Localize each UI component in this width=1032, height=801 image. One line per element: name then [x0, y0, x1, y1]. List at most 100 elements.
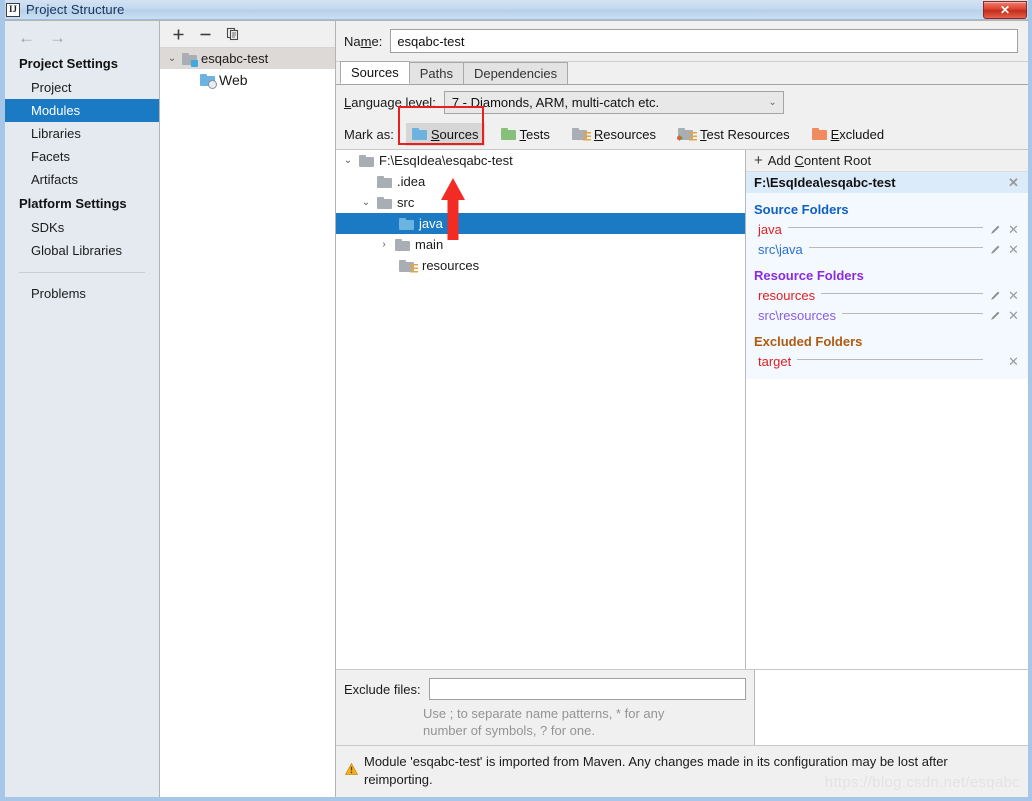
chevron-right-icon[interactable]: ›: [378, 239, 390, 250]
language-level-row: Language level: 7 - Diamonds, ARM, multi…: [336, 85, 1028, 119]
exclude-files-area: Exclude files: Use ; to separate name pa…: [336, 670, 755, 745]
sidebar-item-global-libraries[interactable]: Global Libraries: [5, 239, 159, 262]
mark-as-excluded-button[interactable]: Excluded: [806, 123, 890, 146]
content-root-tree[interactable]: ⌄ F:\EsqIdea\esqabc-test .idea ⌄ src jav…: [336, 150, 746, 669]
tree-row-main[interactable]: › main: [336, 234, 745, 255]
module-label: esqabc-test: [201, 51, 269, 66]
resource-folder-name[interactable]: resources: [758, 288, 815, 303]
remove-resource-folder-icon[interactable]: ✕: [1007, 289, 1020, 302]
sources-folder-icon: [399, 217, 414, 230]
resource-folder-name[interactable]: src\resources: [758, 308, 836, 323]
module-name-row: Name:: [336, 21, 1028, 62]
back-arrow-icon[interactable]: ←: [18, 29, 35, 46]
modules-toolbar: [160, 21, 335, 48]
forward-arrow-icon[interactable]: →: [49, 29, 66, 46]
source-folder-row: src\java ✕: [746, 239, 1028, 259]
remove-excluded-folder-icon[interactable]: ✕: [1007, 355, 1020, 368]
language-level-value: 7 - Diamonds, ARM, multi-catch etc.: [451, 94, 660, 110]
exclude-files-input[interactable]: [428, 678, 746, 700]
folder-icon: [377, 196, 392, 209]
mark-as-sources-label: Sources: [430, 126, 479, 142]
excluded-folder-name[interactable]: target: [758, 354, 791, 369]
module-name-label: Name:: [344, 33, 383, 49]
sidebar-item-problems[interactable]: Problems: [5, 282, 159, 305]
intellij-idea-icon: IJ: [6, 2, 20, 17]
window-title: Project Structure: [26, 2, 125, 17]
sidebar-divider: [19, 272, 145, 273]
tests-folder-icon: [500, 128, 516, 140]
tree-row-idea[interactable]: .idea: [336, 171, 745, 192]
tab-dependencies[interactable]: Dependencies: [462, 62, 569, 84]
plus-icon: +: [754, 152, 763, 169]
edit-pencil-icon[interactable]: [989, 310, 1002, 321]
source-folder-name[interactable]: java: [758, 222, 782, 237]
sidebar-item-facets[interactable]: Facets: [5, 145, 159, 168]
tab-paths[interactable]: Paths: [408, 62, 464, 84]
row-rule: [787, 227, 983, 228]
sources-panes: ⌄ F:\EsqIdea\esqabc-test .idea ⌄ src jav…: [336, 149, 1028, 669]
mark-as-test-resources-button[interactable]: Test Resources: [672, 123, 796, 146]
excluded-folders-title: Excluded Folders: [754, 334, 863, 349]
tree-row-content-root[interactable]: ⌄ F:\EsqIdea\esqabc-test: [336, 150, 745, 171]
module-row-esqabc-test[interactable]: ⌄ esqabc-test: [160, 48, 335, 69]
close-icon: ✕: [999, 3, 1011, 17]
mark-as-resources-button[interactable]: Resources: [566, 123, 662, 146]
remove-source-folder-icon[interactable]: ✕: [1007, 243, 1020, 256]
module-editor: Name: Sources Paths Dependencies Languag…: [336, 20, 1028, 797]
add-content-root-button[interactable]: + Add Content Root: [746, 150, 1028, 172]
language-level-select[interactable]: 7 - Diamonds, ARM, multi-catch etc. ⌄: [443, 90, 784, 114]
mark-as-tests-button[interactable]: Tests: [495, 123, 556, 146]
module-name-input[interactable]: [390, 29, 1018, 53]
mark-as-row: Mark as: Sources Tests Resources Test Re…: [336, 106, 1028, 149]
folder-icon: [395, 238, 410, 251]
remove-content-root-icon[interactable]: ✕: [1007, 176, 1020, 189]
chevron-down-icon[interactable]: ⌄: [342, 155, 354, 166]
modules-tree[interactable]: ⌄ esqabc-test Web: [160, 48, 335, 797]
sidebar-item-modules[interactable]: Modules: [5, 99, 159, 122]
edit-pencil-icon[interactable]: [989, 290, 1002, 301]
chevron-down-icon: ⌄: [768, 96, 777, 108]
row-rule: [821, 293, 983, 294]
bottom-right-blank: [755, 670, 1028, 745]
mark-as-excluded-label: Excluded: [830, 126, 885, 142]
remove-module-icon[interactable]: [199, 28, 212, 41]
project-structure-dialog: IJ Project Structure ✕ ← → Project Setti…: [0, 0, 1032, 801]
chevron-down-icon[interactable]: ⌄: [360, 197, 372, 208]
warning-triangle-icon: [344, 762, 359, 780]
chevron-down-icon[interactable]: ⌄: [166, 53, 178, 64]
mark-as-sources-button[interactable]: Sources: [405, 122, 485, 146]
dialog-content: ← → Project Settings Project Modules Lib…: [5, 20, 1028, 797]
resource-folders-title: Resource Folders: [754, 268, 864, 283]
edit-pencil-icon[interactable]: [989, 244, 1002, 255]
resources-folder-icon: [571, 128, 591, 142]
remove-resource-folder-icon[interactable]: ✕: [1007, 309, 1020, 322]
folder-icon: [377, 175, 392, 188]
add-content-root-label: Add Content Root: [767, 153, 872, 168]
exclude-files-label: Exclude files:: [344, 681, 421, 697]
tree-row-src[interactable]: ⌄ src: [336, 192, 745, 213]
bottom-section: Exclude files: Use ; to separate name pa…: [336, 669, 1028, 797]
content-root-path: F:\EsqIdea\esqabc-test: [754, 175, 896, 190]
mark-as-label: Mark as:: [344, 126, 394, 142]
remove-source-folder-icon[interactable]: ✕: [1007, 223, 1020, 236]
sidebar-item-libraries[interactable]: Libraries: [5, 122, 159, 145]
sidebar-item-project[interactable]: Project: [5, 76, 159, 99]
sidebar-item-artifacts[interactable]: Artifacts: [5, 168, 159, 191]
sidebar-item-sdks[interactable]: SDKs: [5, 216, 159, 239]
sidebar-nav-arrows: ← →: [5, 23, 159, 51]
tab-sources[interactable]: Sources: [340, 61, 410, 84]
module-folder-icon: [182, 52, 198, 67]
folder-icon: [359, 154, 374, 167]
copy-module-icon[interactable]: [226, 27, 240, 41]
close-button[interactable]: ✕: [983, 1, 1027, 19]
tree-label: java: [419, 216, 443, 231]
source-folder-name[interactable]: src\java: [758, 242, 803, 257]
modules-panel: ⌄ esqabc-test Web: [160, 20, 336, 797]
tree-row-resources[interactable]: resources: [336, 255, 745, 276]
module-row-web[interactable]: Web: [160, 69, 335, 90]
resource-folder-row: resources ✕: [746, 285, 1028, 305]
add-module-icon[interactable]: [172, 28, 185, 41]
edit-pencil-icon[interactable]: [989, 224, 1002, 235]
tree-row-java[interactable]: java: [336, 213, 745, 234]
title-bar: IJ Project Structure ✕: [5, 0, 1028, 20]
